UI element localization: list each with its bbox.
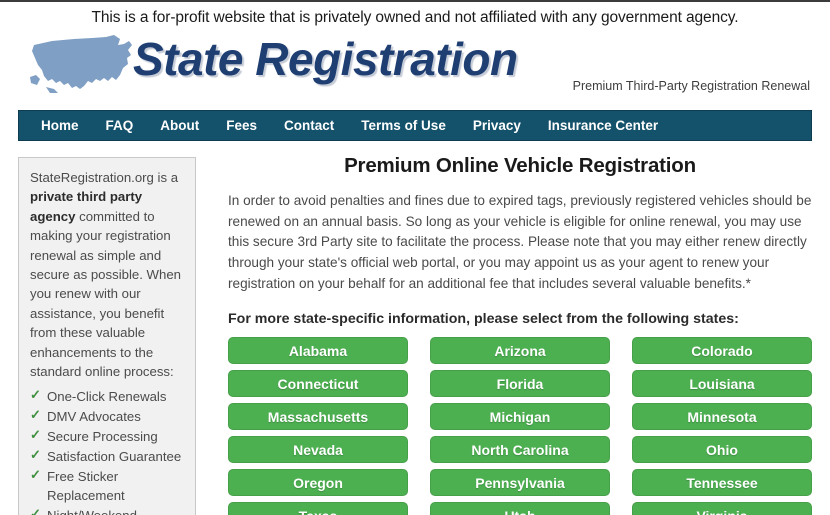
intro-paragraph: In order to avoid penalties and fines du… [228,193,812,291]
sidebar-intro-after: committed to making your registration re… [30,208,181,380]
benefit-item: ✓ Satisfaction Guarantee [30,447,184,466]
benefit-item: ✓ DMV Advocates [30,407,184,426]
benefit-label: One-Click Renewals [47,389,167,405]
benefit-label: Night/Weekend Support [47,508,137,515]
nav-item-insurance-center[interactable]: Insurance Center [548,118,658,133]
benefit-label: Satisfaction Guarantee [47,449,182,465]
benefit-label: Free Sticker Replacement [47,469,125,504]
nav-item-contact[interactable]: Contact [284,118,334,133]
state-button-connecticut[interactable]: Connecticut [228,370,408,398]
brand-tagline: Premium Third-Party Registration Renewal [572,79,810,93]
nav-item-terms-of-use[interactable]: Terms of Use [361,118,446,133]
benefit-item: ✓ Secure Processing [30,427,184,446]
benefit-label: Secure Processing [47,429,158,445]
benefit-item: ✓ One-Click Renewals [30,387,184,406]
benefit-item: ✓ Night/Weekend Support [30,506,184,515]
state-button-colorado[interactable]: Colorado [632,337,812,365]
benefit-label: DMV Advocates [47,409,141,425]
brand-wordmark: State Registration [133,33,518,85]
main-navigation: Home FAQ About Fees Contact Terms of Use Priva… [18,110,812,141]
state-button-tennessee[interactable]: Tennessee [632,469,812,497]
state-button-michigan[interactable]: Michigan [430,403,610,431]
check-icon: ✓ [30,506,41,515]
check-icon: ✓ [30,387,41,403]
nav-item-faq[interactable]: FAQ [106,118,134,133]
check-icon: ✓ [30,407,41,423]
main-content: Premium Online Vehicle Registration In o… [228,154,812,515]
benefit-item: ✓ Free Sticker Replacement [30,467,184,505]
nav-item-about[interactable]: About [160,118,199,133]
state-button-texas[interactable]: Texas [228,502,408,515]
state-button-virginia[interactable]: Virginia [632,502,812,515]
check-icon: ✓ [30,467,41,483]
nav-item-fees[interactable]: Fees [226,118,257,133]
state-button-minnesota[interactable]: Minnesota [632,403,812,431]
nav-item-privacy[interactable]: Privacy [473,118,521,133]
state-button-louisiana[interactable]: Louisiana [632,370,812,398]
state-select-prompt: For more state-specific information, ple… [228,311,739,328]
sidebar-intro-text: StateRegistration.org is a private third… [30,168,184,381]
check-icon: ✓ [30,447,41,463]
state-button-oregon[interactable]: Oregon [228,469,408,497]
state-button-pennsylvania[interactable]: Pennsylvania [430,469,610,497]
state-button-north-carolina[interactable]: North Carolina [430,436,610,464]
sidebar-benefits-panel: StateRegistration.org is a private third… [18,157,196,515]
state-button-alabama[interactable]: Alabama [228,337,408,365]
disclaimer-banner: This is a for-profit website that is pri… [91,9,739,26]
benefits-list: ✓ One-Click Renewals ✓ DMV Advocates ✓ Secure… [30,387,184,515]
check-icon: ✓ [30,427,41,443]
state-button-grid: Alabama Arizona Colorado Connecticut Florida… [228,337,812,515]
usa-map-icon [28,31,140,95]
sidebar-intro-before: StateRegistration.org is a [30,170,179,185]
page-root: This is a for-profit website that is pri… [0,0,830,515]
state-button-utah[interactable]: Utah [430,502,610,515]
state-button-arizona[interactable]: Arizona [430,337,610,365]
state-button-massachusetts[interactable]: Massachusetts [228,403,408,431]
state-button-ohio[interactable]: Ohio [632,436,812,464]
state-button-nevada[interactable]: Nevada [228,436,408,464]
page-title: Premium Online Vehicle Registration [344,154,696,177]
nav-item-home[interactable]: Home [41,118,79,133]
logo-header: State Registration Premium Third-Party R… [0,29,830,97]
state-button-florida[interactable]: Florida [430,370,610,398]
